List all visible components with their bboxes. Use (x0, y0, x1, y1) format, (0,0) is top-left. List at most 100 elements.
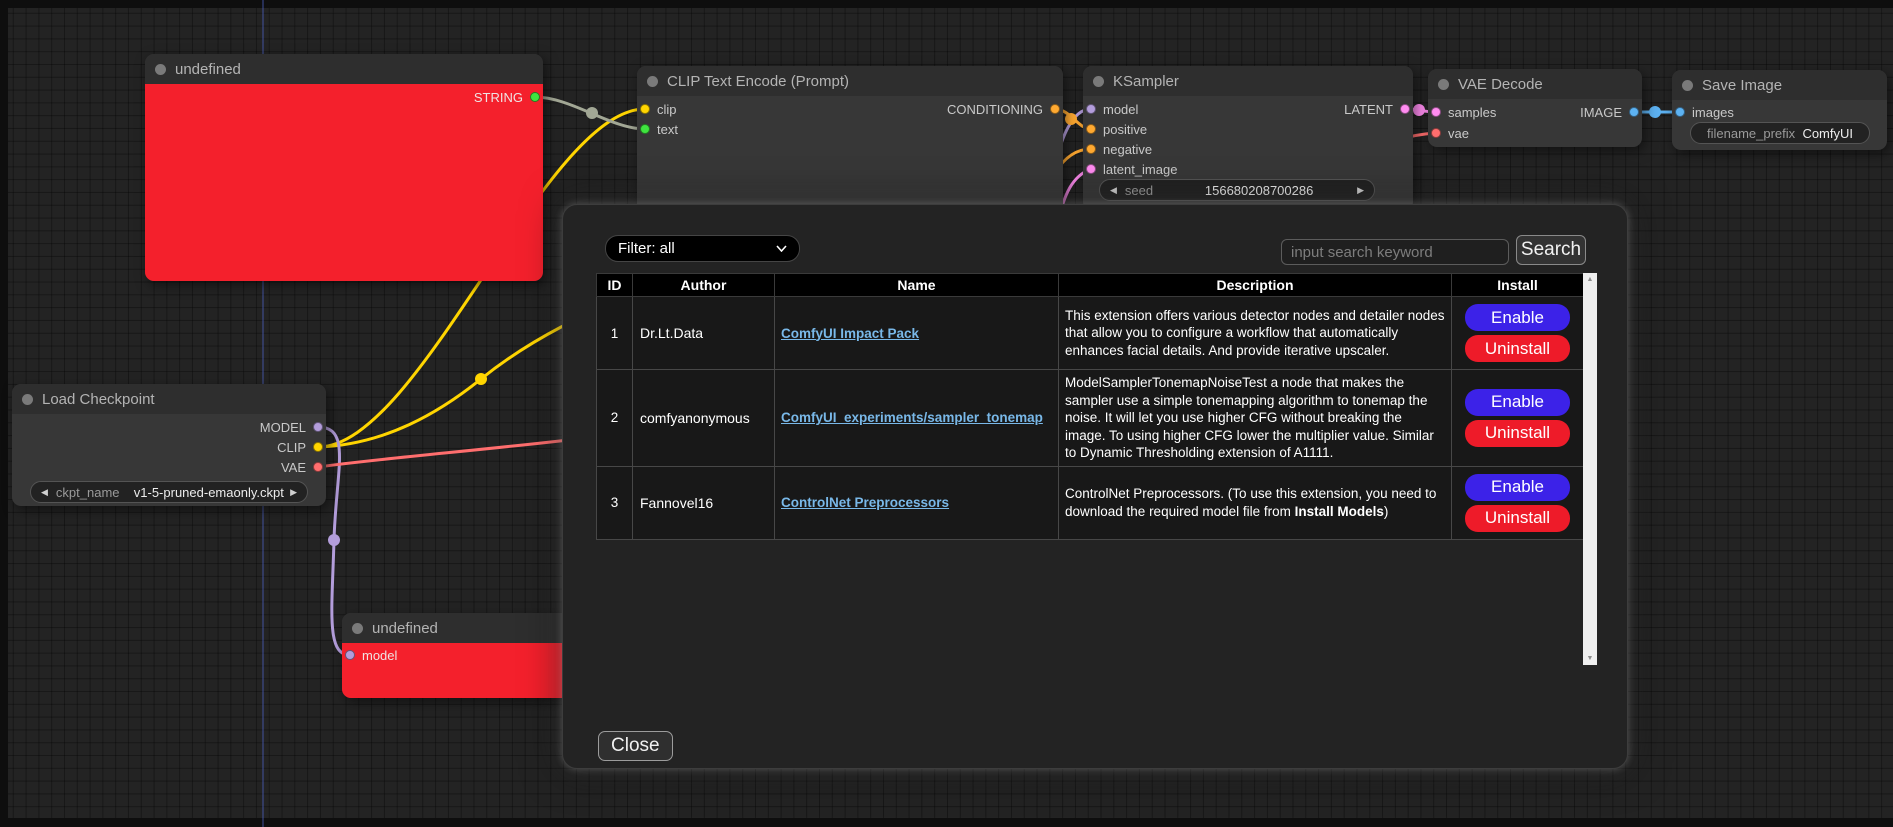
wire-dot-string[interactable] (586, 107, 598, 119)
output-slot-string: STRING (474, 87, 540, 107)
latent-image-slot-dot[interactable] (1086, 164, 1096, 174)
extension-link[interactable]: ComfyUI_experiments/sampler_tonemap (781, 410, 1043, 425)
conditioning-slot-dot[interactable] (1050, 104, 1060, 114)
scroll-down-icon[interactable]: ▼ (1587, 652, 1594, 665)
enable-button[interactable]: Enable (1465, 474, 1570, 501)
uninstall-button[interactable]: Uninstall (1465, 505, 1570, 532)
wire-dot-conditioning[interactable] (1065, 113, 1077, 125)
scroll-up-icon[interactable]: ▲ (1587, 273, 1594, 286)
input-slot-images: images (1675, 102, 1734, 122)
ckpt-name-widget[interactable]: ◀ ckpt_name v1-5-pruned-emaonly.ckpt ▶ (30, 481, 308, 503)
input-slot-positive: positive (1086, 119, 1147, 139)
decrement-arrow-icon[interactable]: ◀ (41, 488, 48, 497)
slot-label: positive (1103, 122, 1147, 137)
uninstall-button[interactable]: Uninstall (1465, 335, 1570, 362)
node-title-bar[interactable]: undefined (342, 613, 582, 643)
images-slot-dot[interactable] (1675, 107, 1685, 117)
extension-id: 2 (597, 370, 633, 467)
node-load-checkpoint[interactable]: Load Checkpoint MODEL CLIP VAE ◀ ckpt_na… (12, 384, 326, 506)
collapse-dot-icon[interactable] (22, 394, 33, 405)
extension-manager-dialog: Filter: all Search ID Author Name Descri… (562, 204, 1628, 769)
seed-value[interactable]: 156680208700286 (1161, 183, 1357, 198)
node-title-bar[interactable]: Load Checkpoint (12, 384, 326, 414)
vae-slot-dot[interactable] (1431, 128, 1441, 138)
extension-author: Dr.Lt.Data (633, 297, 775, 370)
input-slot-clip: clip (640, 99, 677, 119)
filter-select[interactable]: Filter: all (605, 235, 800, 262)
model-slot-dot[interactable] (1086, 104, 1096, 114)
input-slot-text: text (640, 119, 678, 139)
slot-label: model (1103, 102, 1138, 117)
extension-link[interactable]: ComfyUI Impact Pack (781, 326, 919, 341)
widget-label: ckpt_name (56, 485, 120, 500)
uninstall-button[interactable]: Uninstall (1465, 420, 1570, 447)
search-input[interactable] (1281, 239, 1509, 265)
node-title: Load Checkpoint (42, 391, 155, 408)
enable-button[interactable]: Enable (1465, 304, 1570, 331)
node-title: undefined (175, 61, 241, 78)
slot-label: LATENT (1344, 102, 1393, 117)
collapse-dot-icon[interactable] (647, 76, 658, 87)
widget-label: filename_prefix (1707, 126, 1795, 141)
table-row: 3 Fannovel16 ControlNet Preprocessors Co… (597, 466, 1584, 539)
close-button[interactable]: Close (598, 731, 673, 761)
output-slot-model: MODEL (260, 417, 323, 437)
slot-label: CLIP (277, 440, 306, 455)
node-title-bar[interactable]: Save Image (1672, 70, 1887, 100)
increment-arrow-icon[interactable]: ▶ (290, 488, 297, 497)
node-title-bar[interactable]: CLIP Text Encode (Prompt) (637, 66, 1063, 96)
node-title-bar[interactable]: KSampler (1083, 66, 1413, 96)
collapse-dot-icon[interactable] (1682, 80, 1693, 91)
table-row: 2 comfyanonymous ComfyUI_experiments/sam… (597, 370, 1584, 467)
wire-dot-model[interactable] (328, 534, 340, 546)
node-undefined-string[interactable]: undefined STRING (145, 54, 543, 281)
wire-dot-clip[interactable] (475, 373, 487, 385)
extension-description: ModelSamplerTonemapNoiseTest a node that… (1059, 370, 1452, 467)
extension-id: 3 (597, 466, 633, 539)
collapse-dot-icon[interactable] (1093, 76, 1104, 87)
increment-arrow-icon[interactable]: ▶ (1357, 186, 1364, 195)
slot-label: vae (1448, 126, 1469, 141)
output-slot-clip: CLIP (277, 437, 323, 457)
node-vae-decode[interactable]: VAE Decode samples vae IMAGE (1428, 69, 1642, 147)
collapse-dot-icon[interactable] (352, 623, 363, 634)
samples-slot-dot[interactable] (1431, 107, 1441, 117)
latent-slot-dot[interactable] (1400, 104, 1410, 114)
negative-slot-dot[interactable] (1086, 144, 1096, 154)
header-author: Author (633, 274, 775, 297)
node-save-image[interactable]: Save Image images filename_prefix ComfyU… (1672, 70, 1887, 150)
node-title-bar[interactable]: undefined (145, 54, 543, 84)
collapse-dot-icon[interactable] (155, 64, 166, 75)
seed-widget[interactable]: ◀ seed 156680208700286 ▶ (1099, 179, 1375, 201)
filename-prefix-widget[interactable]: filename_prefix ComfyUI (1690, 122, 1870, 144)
extension-link[interactable]: ControlNet Preprocessors (781, 495, 949, 510)
wire-dot-latent[interactable] (1413, 104, 1425, 116)
extension-table-container: ID Author Name Description Install 1 Dr.… (596, 273, 1597, 665)
positive-slot-dot[interactable] (1086, 124, 1096, 134)
node-body: samples vae IMAGE (1428, 99, 1642, 147)
vae-slot-dot[interactable] (313, 462, 323, 472)
model-slot-dot[interactable] (345, 650, 355, 660)
image-slot-dot[interactable] (1629, 107, 1639, 117)
ckpt-name-value[interactable]: v1-5-pruned-emaonly.ckpt (128, 485, 291, 500)
filter-selected-value: Filter: all (618, 240, 776, 257)
clip-slot-dot[interactable] (640, 104, 650, 114)
clip-slot-dot[interactable] (313, 442, 323, 452)
table-scrollbar[interactable]: ▲ ▼ (1583, 273, 1597, 665)
model-slot-dot[interactable] (313, 422, 323, 432)
text-slot-dot[interactable] (640, 124, 650, 134)
node-ksampler[interactable]: KSampler model positive negative latent_… (1083, 66, 1413, 211)
node-title-bar[interactable]: VAE Decode (1428, 69, 1642, 99)
decrement-arrow-icon[interactable]: ◀ (1110, 186, 1117, 195)
node-undefined-model[interactable]: undefined model (342, 613, 582, 698)
node-error-body: STRING (145, 84, 543, 281)
filename-prefix-value[interactable]: ComfyUI (1802, 126, 1853, 141)
enable-button[interactable]: Enable (1465, 389, 1570, 416)
extension-author: comfyanonymous (633, 370, 775, 467)
collapse-dot-icon[interactable] (1438, 79, 1449, 90)
wire-dot-image[interactable] (1649, 106, 1661, 118)
slot-label: MODEL (260, 420, 306, 435)
slot-label: negative (1103, 142, 1152, 157)
string-slot-dot[interactable] (530, 92, 540, 102)
search-button[interactable]: Search (1516, 235, 1586, 265)
